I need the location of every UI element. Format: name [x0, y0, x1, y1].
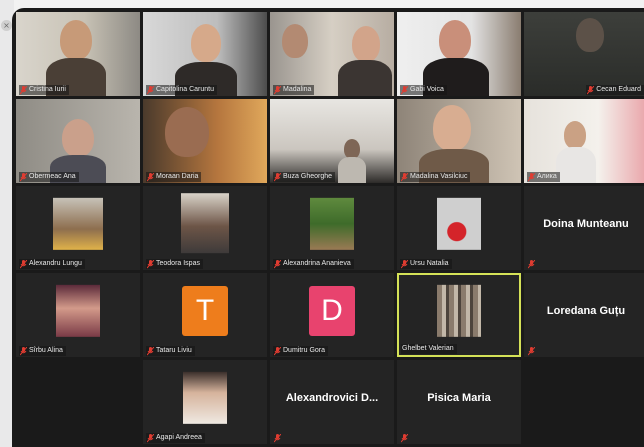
muted-mic-icon — [147, 172, 154, 181]
participant-name-label: Ghelbet Valerian — [401, 344, 457, 354]
muted-mic-icon — [274, 85, 281, 94]
profile-photo — [183, 371, 227, 424]
muted-mic-icon — [587, 85, 595, 94]
participant-name-label: Sîrbu Alina — [19, 346, 66, 356]
profile-photo — [53, 197, 103, 250]
participant-name-label: Alexandrina Ananieva — [273, 259, 354, 269]
profile-photo — [437, 284, 481, 337]
participant-tile[interactable]: Agapi Andreea — [143, 360, 267, 444]
muted-mic-icon — [147, 346, 154, 355]
participant-display-name: Loredana Guțu — [546, 305, 626, 317]
initial-avatar: D — [309, 286, 355, 336]
muted-mic-icon — [20, 346, 27, 355]
participant-tile[interactable]: Ursu Natalia — [397, 186, 521, 270]
participant-tile[interactable]: Cecan Eduard — [524, 12, 644, 96]
video-feed — [524, 12, 644, 96]
participant-name-label: Tataru Liviu — [146, 346, 195, 356]
video-feed — [16, 12, 140, 96]
muted-mic-icon — [274, 346, 281, 355]
participant-name-label — [527, 260, 538, 269]
participant-tile[interactable]: Obermeac Ana — [16, 99, 140, 183]
video-feed — [16, 99, 140, 183]
video-feed — [524, 99, 644, 183]
participant-tile[interactable]: Alexandru Lungu — [16, 186, 140, 270]
participant-name-label: Alexandru Lungu — [19, 259, 85, 269]
participant-name-label: Cristina Iurii — [19, 85, 69, 95]
participant-tile[interactable]: T Tataru Liviu — [143, 273, 267, 357]
participant-tile[interactable]: Doina Munteanu — [524, 186, 644, 270]
video-feed — [397, 12, 521, 96]
muted-mic-icon — [528, 260, 535, 269]
participant-name-label: Moraan Daria — [146, 172, 202, 182]
participant-name-label: Buza Gheorghe — [273, 172, 336, 182]
participant-name-label: Алика — [527, 172, 560, 182]
muted-mic-icon — [528, 347, 535, 356]
gallery-view: Cristina Iurii Capitolina Caruntu Madali… — [12, 8, 644, 447]
participant-name-label — [400, 434, 411, 443]
muted-mic-icon — [528, 172, 535, 181]
participant-tile[interactable]: Pisica Maria — [397, 360, 521, 444]
muted-mic-icon — [147, 259, 154, 268]
close-icon[interactable]: × — [1, 20, 12, 31]
muted-mic-icon — [147, 433, 154, 442]
participant-name-label: Madalina Vasilciuc — [400, 172, 471, 182]
active-speaker-tile[interactable]: Ghelbet Valerian — [397, 273, 521, 357]
participant-display-name: Alexandrovici D... — [285, 392, 379, 404]
participant-name-label: Ursu Natalia — [400, 259, 452, 269]
muted-mic-icon — [401, 259, 408, 268]
participant-tile[interactable]: Loredana Guțu — [524, 273, 644, 357]
muted-mic-icon — [274, 172, 281, 181]
participant-name-label: Gabi Voica — [400, 85, 447, 95]
initial-avatar: T — [182, 286, 228, 336]
participant-tile[interactable]: D Dumitru Gora — [270, 273, 394, 357]
video-feed — [397, 99, 521, 183]
video-feed — [270, 99, 394, 183]
muted-mic-icon — [401, 85, 408, 94]
participant-tile[interactable]: Алика — [524, 99, 644, 183]
participant-tile[interactable]: Gabi Voica — [397, 12, 521, 96]
participant-display-name: Doina Munteanu — [543, 218, 629, 230]
video-feed — [270, 12, 394, 96]
participant-tile[interactable]: Alexandrina Ananieva — [270, 186, 394, 270]
video-feed — [143, 12, 267, 96]
participant-name-label — [527, 347, 538, 356]
participant-name-label: Agapi Andreea — [146, 433, 205, 443]
participant-name-label: Teodora Ispas — [146, 259, 203, 269]
participant-tile[interactable]: Madalina — [270, 12, 394, 96]
muted-mic-icon — [401, 434, 408, 443]
profile-photo — [181, 193, 229, 254]
participant-tile[interactable]: Buza Gheorghe — [270, 99, 394, 183]
muted-mic-icon — [274, 259, 281, 268]
participant-name-label: Madalina — [273, 85, 315, 95]
muted-mic-icon — [20, 85, 27, 94]
participant-tile[interactable]: Madalina Vasilciuc — [397, 99, 521, 183]
muted-mic-icon — [274, 434, 281, 443]
participant-name-label: Obermeac Ana — [19, 172, 79, 182]
profile-photo — [310, 197, 354, 250]
participant-display-name: Pisica Maria — [427, 392, 491, 404]
muted-mic-icon — [401, 172, 408, 181]
video-feed — [143, 99, 267, 183]
muted-mic-icon — [20, 172, 27, 181]
muted-mic-icon — [20, 259, 27, 268]
participant-name-label — [273, 434, 284, 443]
participant-tile[interactable]: Moraan Daria — [143, 99, 267, 183]
participant-name-label: Cecan Eduard — [586, 85, 644, 95]
participant-tile[interactable]: Cristina Iurii — [16, 12, 140, 96]
participant-tile[interactable]: Capitolina Caruntu — [143, 12, 267, 96]
profile-photo — [56, 284, 100, 337]
participant-tile[interactable]: Teodora Ispas — [143, 186, 267, 270]
participant-tile[interactable]: Sîrbu Alina — [16, 273, 140, 357]
participant-tile[interactable]: Alexandrovici D... — [270, 360, 394, 444]
participant-name-label: Dumitru Gora — [273, 346, 329, 356]
participant-name-label: Capitolina Caruntu — [146, 85, 217, 95]
profile-photo — [437, 197, 481, 250]
muted-mic-icon — [147, 85, 154, 94]
